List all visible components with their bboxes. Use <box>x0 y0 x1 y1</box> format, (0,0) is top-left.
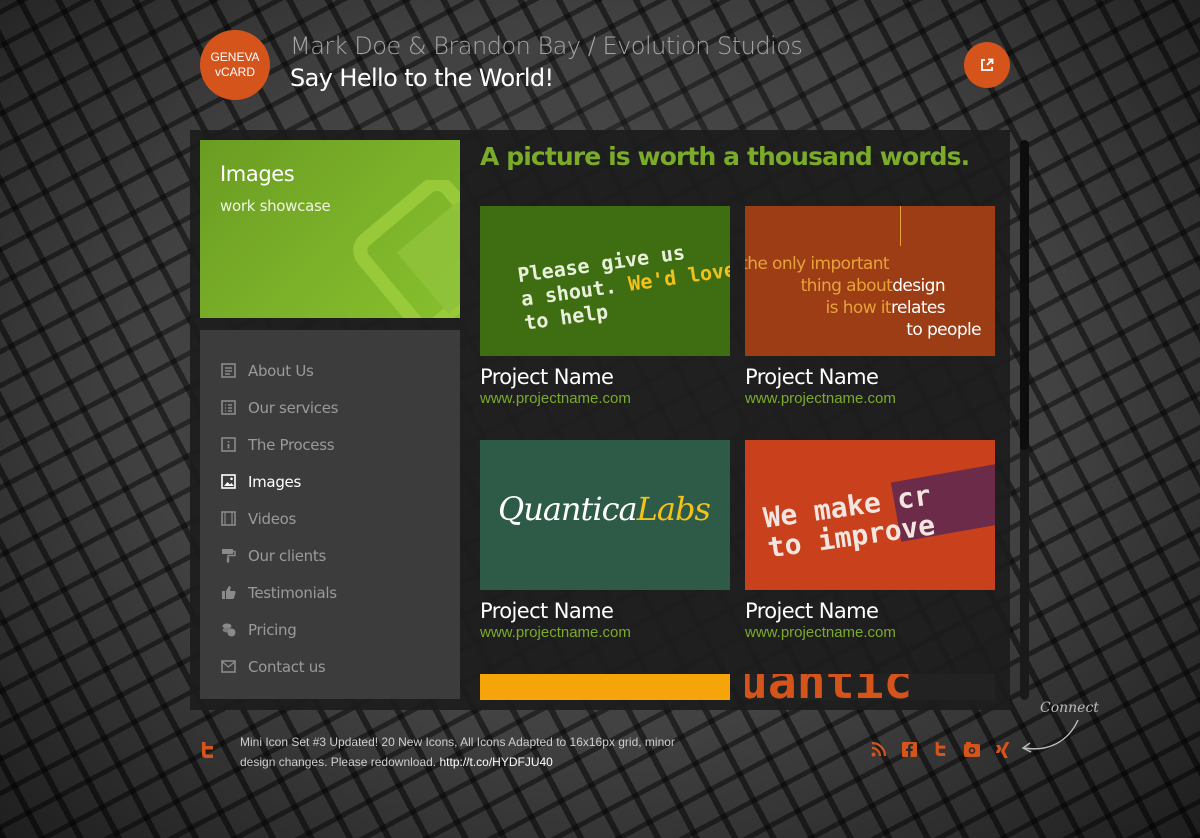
facebook-icon[interactable] <box>901 741 918 758</box>
nav-label: The Process <box>248 435 335 454</box>
nav-item-our-clients[interactable]: Our clients <box>200 537 460 574</box>
nav-item-our-services[interactable]: Our services <box>200 389 460 426</box>
arrow-icon <box>1021 719 1079 753</box>
page-title: Mark Doe & Brandon Bay / Evolution Studi… <box>290 32 803 60</box>
thumb-text: Quantica <box>498 490 638 528</box>
thumb-text: thing about <box>800 276 893 296</box>
project-url[interactable]: www.projectname.com <box>745 390 995 408</box>
project-card[interactable]: QuanticaLabs Project Name www.projectnam… <box>480 440 730 642</box>
project-thumbnail: Please give us a shout. We'd love to hel… <box>480 206 730 356</box>
scrollbar-thumb[interactable] <box>1020 140 1029 450</box>
feature-tile: Images work showcase <box>200 140 460 318</box>
nav-item-testimonials[interactable]: Testimonials <box>200 574 460 611</box>
project-url[interactable]: www.projectname.com <box>745 624 995 642</box>
project-thumbnail: We make cr to improve <box>745 440 995 590</box>
tweet-link[interactable]: http://t.co/HYDFJU40 <box>439 755 552 769</box>
page-tagline: Say Hello to the World! <box>290 64 554 92</box>
project-name: Project Name <box>480 365 614 389</box>
nav-item-about-us[interactable]: About Us <box>200 352 460 389</box>
nav-item-images[interactable]: Images <box>200 463 460 500</box>
external-link-icon <box>981 58 994 71</box>
project-thumbnail: uantic <box>745 674 995 700</box>
video-icon <box>220 511 236 527</box>
feature-subtitle: work showcase <box>220 197 331 215</box>
nav-label: Images <box>248 472 301 491</box>
document-icon <box>220 363 236 379</box>
project-name: Project Name <box>745 599 879 623</box>
thumb-text: is how it <box>825 298 892 318</box>
thumb-text: Labs <box>636 490 711 528</box>
thumb-text: to people <box>906 320 981 340</box>
project-card[interactable]: Please give us a shout. We'd love to hel… <box>480 206 730 408</box>
image-icon <box>353 180 460 318</box>
project-url[interactable]: www.projectname.com <box>480 390 730 408</box>
paint-roller-icon <box>220 548 236 564</box>
nav-item-contact-us[interactable]: Contact us <box>200 648 460 685</box>
nav-label: Our services <box>248 398 339 417</box>
nav-label: About Us <box>248 361 314 380</box>
thumb-text: uantic <box>745 674 912 700</box>
scrollbar[interactable] <box>1020 140 1029 700</box>
project-name: Project Name <box>745 365 879 389</box>
nav-item-videos[interactable]: Videos <box>200 500 460 537</box>
thumb-text: the only important <box>745 254 890 274</box>
project-grid: Please give us a shout. We'd love to hel… <box>480 206 1000 700</box>
thumb-text: relates <box>891 298 946 318</box>
info-icon <box>220 437 236 453</box>
nav-label: Pricing <box>248 620 297 639</box>
project-card[interactable] <box>480 674 730 700</box>
tweet: Mini Icon Set #3 Updated! 20 New Icons, … <box>240 732 710 772</box>
nav-label: Our clients <box>248 546 326 565</box>
project-card[interactable]: uantic <box>745 674 995 700</box>
project-thumbnail <box>480 674 730 700</box>
share-button[interactable] <box>964 42 1010 88</box>
xing-icon[interactable] <box>994 741 1011 758</box>
nav-label: Contact us <box>248 657 326 676</box>
image-icon <box>220 474 236 490</box>
nav-label: Testimonials <box>248 583 337 602</box>
sidebar-nav: About Us Our services The Process Images… <box>200 330 460 699</box>
thumbs-up-icon <box>220 585 236 601</box>
project-name: Project Name <box>480 599 614 623</box>
main-panel: Images work showcase About Us Our servic… <box>190 130 1010 710</box>
nav-item-pricing[interactable]: Pricing <box>200 611 460 648</box>
logo-line-1: GENEVA <box>210 50 260 64</box>
logo-badge[interactable]: GENEVA vCARD <box>200 30 270 100</box>
logo-line-2: vCARD <box>214 65 255 79</box>
feature-title: Images <box>220 162 295 186</box>
nav-item-the-process[interactable]: The Process <box>200 426 460 463</box>
twitter-icon[interactable] <box>932 741 949 758</box>
project-card[interactable]: the only important thing aboutdesign is … <box>745 206 995 408</box>
content-heading: A picture is worth a thousand words. <box>480 142 970 171</box>
mail-icon <box>220 659 236 675</box>
project-thumbnail: the only important thing aboutdesign is … <box>745 206 995 356</box>
coins-icon <box>220 622 236 638</box>
rss-icon[interactable] <box>870 741 887 758</box>
twitter-icon[interactable] <box>200 742 215 763</box>
social-links <box>870 741 1011 758</box>
project-url[interactable]: www.projectname.com <box>480 624 730 642</box>
nav-label: Videos <box>248 509 297 528</box>
thumb-text: design <box>892 276 945 296</box>
project-card[interactable]: We make cr to improve Project Name www.p… <box>745 440 995 642</box>
camera-icon[interactable] <box>963 741 980 758</box>
list-icon <box>220 400 236 416</box>
project-thumbnail: QuanticaLabs <box>480 440 730 590</box>
